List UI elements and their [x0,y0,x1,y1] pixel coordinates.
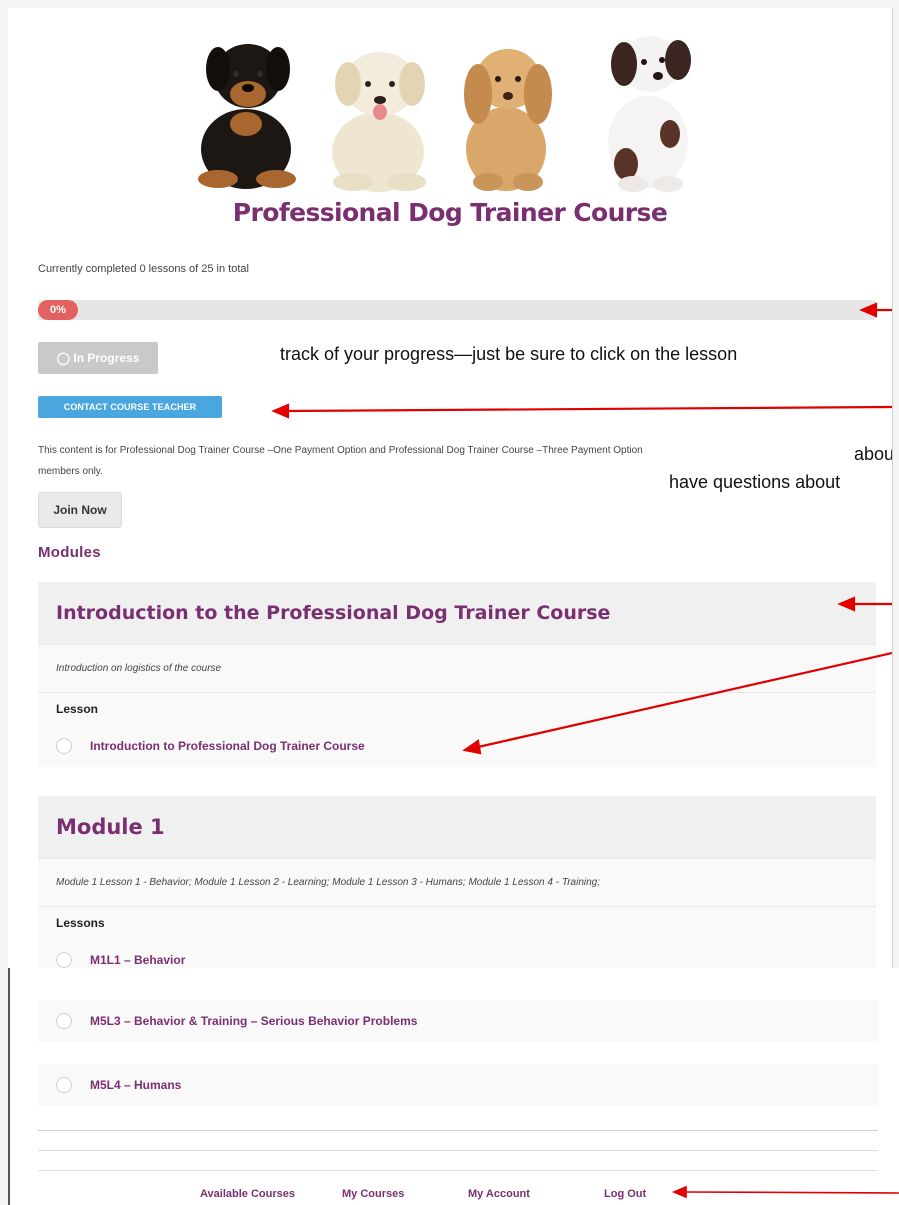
lesson-status-circle-icon [56,1013,72,1029]
membership-notice: This content is for Professional Dog Tra… [38,445,643,456]
overlay-caption-2: abou [854,444,893,464]
course-page-top: Professional Dog Trainer Course Currentl… [8,8,893,968]
lessons-header: Lesson [38,692,876,726]
progress-percent-badge: 0% [38,300,78,320]
golden-retriever-puppy [332,52,426,192]
lessons-header-label: Lesson [56,702,99,716]
course-page-bottom: M5L3 – Behavior & Training – Serious Beh… [8,968,899,1205]
join-now-button[interactable]: Join Now [38,492,122,528]
module-header-module-1[interactable]: Module 1 [38,796,876,858]
spinner-icon: ◯ [56,351,71,365]
overlay-caption-3: have questions about [669,472,841,492]
module-description-row: Module 1 Lesson 1 - Behavior; Module 1 L… [38,858,876,907]
footer-link-my-courses[interactable]: My Courses [342,1188,404,1200]
divider [38,1170,878,1171]
module-description-row: Introduction on logistics of the course [38,644,876,693]
contact-course-teacher-button[interactable]: CONTACT COURSE TEACHER [38,396,222,418]
module-description: Module 1 Lesson 1 - Behavior; Module 1 L… [56,877,601,888]
lesson-status-circle-icon [56,738,72,754]
lesson-row[interactable]: M5L3 – Behavior & Training – Serious Beh… [38,1000,878,1042]
rottweiler-puppy [198,44,296,189]
lesson-status-circle-icon [56,1077,72,1093]
lessons-header-label: Lessons [56,916,105,930]
lesson-link[interactable]: M1L1 – Behavior [90,939,185,968]
lesson-row[interactable]: M5L4 – Humans [38,1064,878,1106]
footer-link-available-courses[interactable]: Available Courses [200,1188,295,1200]
lesson-link[interactable]: Introduction to Professional Dog Trainer… [90,725,365,767]
lesson-row[interactable]: M1L1 – Behavior [38,939,876,968]
progress-bar-track [38,300,876,320]
lesson-status-circle-icon [56,952,72,968]
progress-summary: Currently completed 0 lessons of 25 in t… [38,263,249,275]
lesson-link[interactable]: M5L3 – Behavior & Training – Serious Beh… [90,1000,417,1042]
module-description: Introduction on logistics of the course [56,663,222,674]
cavalier-puppy [608,36,691,192]
lesson-link[interactable]: M5L4 – Humans [90,1064,181,1106]
lesson-row[interactable]: Introduction to Professional Dog Trainer… [38,725,876,767]
footer-link-my-account[interactable]: My Account [468,1188,530,1200]
overlay-caption-1: track of your progress—just be sure to c… [280,344,738,364]
arrow-log-out [685,1191,899,1194]
module-header-introduction[interactable]: Introduction to the Professional Dog Tra… [38,582,876,644]
in-progress-label: In Progress [73,351,140,365]
arrow-head-log-out [671,1185,687,1199]
membership-notice-2: members only. [38,466,103,477]
module-title[interactable]: Introduction to the Professional Dog Tra… [56,582,610,644]
divider [38,1150,878,1151]
puppies-banner-image [198,36,691,192]
course-title-logo: Professional Dog Trainer Course [232,198,668,227]
cocker-spaniel-puppy [464,49,552,191]
divider [38,1130,878,1131]
in-progress-button[interactable]: ◯ In Progress [38,342,158,374]
arrow-head-contact-button [271,403,290,419]
lessons-header: Lessons [38,906,876,940]
module-title[interactable]: Module 1 [56,796,165,858]
footer-link-log-out[interactable]: Log Out [604,1188,646,1200]
arrow-contact-button [287,405,892,413]
modules-heading: Modules [38,544,101,561]
